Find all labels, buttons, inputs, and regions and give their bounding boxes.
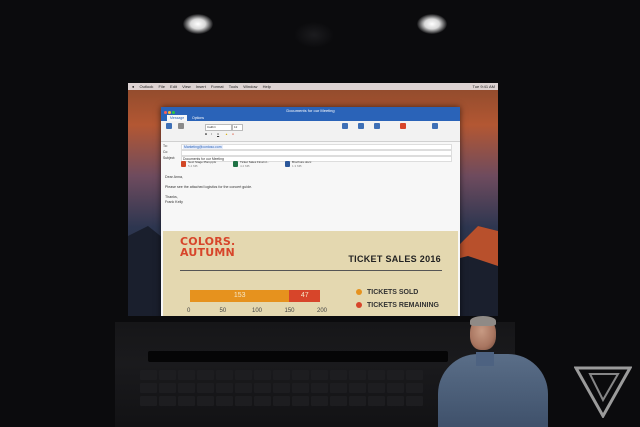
- font-size-select[interactable]: 12: [232, 124, 243, 131]
- legend-tickets-sold: TICKETS SOLD: [356, 289, 418, 296]
- x-tick-label: 0: [187, 308, 191, 314]
- chart-title: TICKET SALES 2016: [348, 254, 441, 264]
- close-button[interactable]: [164, 111, 167, 114]
- high-priority-button[interactable]: [399, 123, 407, 135]
- presenter-collar: [476, 352, 494, 366]
- legend-label-sold: TICKETS SOLD: [367, 289, 419, 296]
- x-tick-label: 200: [317, 308, 328, 314]
- legend-tickets-remaining: TICKETS REMAINING: [356, 302, 439, 309]
- signature-icon: [358, 123, 364, 129]
- keyboard-row-3: [140, 393, 460, 406]
- menu-tools[interactable]: Tools: [229, 84, 238, 89]
- menu-window[interactable]: Window: [243, 84, 257, 89]
- font-color-button[interactable]: A: [232, 132, 234, 137]
- paperclip-icon: [342, 123, 348, 129]
- title-divider: [180, 270, 442, 271]
- check-names-button[interactable]: [373, 123, 381, 135]
- attachment-size: 4.2 MB: [240, 164, 250, 168]
- dictate-button[interactable]: [431, 123, 439, 135]
- underline-button[interactable]: U: [217, 132, 219, 137]
- legend-swatch-remaining: [356, 302, 362, 308]
- colors-autumn-logo: COLORS. AUTUMN: [180, 236, 235, 258]
- apple-icon[interactable]: ●: [132, 84, 134, 89]
- keyboard-row-2: [140, 380, 460, 393]
- italic-button[interactable]: I: [211, 132, 212, 137]
- powerpoint-file-icon: [181, 161, 186, 167]
- outlook-compose-window: Documents for our Meeting Message Option…: [161, 107, 460, 316]
- zoom-button[interactable]: [172, 111, 175, 114]
- recipient-chip[interactable]: Marketing@contoso.com: [183, 145, 223, 149]
- bar-tickets-remaining: 47: [289, 290, 320, 302]
- legend-swatch-sold: [356, 289, 362, 295]
- paste-button[interactable]: [177, 123, 185, 135]
- ribbon: Calibri 12 B I U ▲ A: [161, 121, 460, 142]
- x-tick-label: 100: [252, 308, 263, 314]
- menu-help[interactable]: Help: [263, 84, 271, 89]
- logo-line-2: AUTUMN: [180, 246, 235, 259]
- stage-light-left: [183, 14, 213, 34]
- bold-button[interactable]: B: [205, 132, 207, 137]
- menu-file[interactable]: File: [158, 84, 164, 89]
- menu-outlook[interactable]: Outlook: [140, 84, 154, 89]
- stage-light-center: [294, 22, 334, 48]
- message-greeting[interactable]: Dear Anna,: [165, 175, 183, 179]
- signature-button[interactable]: [357, 123, 365, 135]
- keyboard-row-1: [140, 367, 460, 380]
- menu-view[interactable]: View: [182, 84, 191, 89]
- to-label: To:: [163, 144, 168, 148]
- presenter: [438, 316, 548, 427]
- minimize-button[interactable]: [168, 111, 171, 114]
- window-title: Documents for our Meeting: [286, 108, 335, 113]
- presenter-hair: [470, 316, 496, 326]
- word-file-icon: [285, 161, 290, 167]
- window-titlebar: Documents for our Meeting: [161, 107, 460, 115]
- highlight-button[interactable]: ▲: [225, 132, 228, 137]
- send-button[interactable]: [165, 123, 173, 135]
- send-icon: [166, 123, 172, 129]
- attachment-size: 1.3 MB: [292, 164, 302, 168]
- menubar-clock: Tue 9:41 AM: [472, 84, 495, 89]
- subject-field: Subject: Documents for our Meeting: [163, 155, 452, 162]
- message-signature[interactable]: Frank Kelly: [165, 200, 183, 204]
- menu-bar: ● Outlook File Edit View Insert Format T…: [128, 83, 498, 90]
- message-line[interactable]: Please see the attached logistics for th…: [165, 185, 252, 189]
- attach-file-button[interactable]: [341, 123, 349, 135]
- subject-input[interactable]: Documents for our Meeting: [181, 156, 452, 162]
- ticket-sales-infographic: COLORS. AUTUMN TICKET SALES 2016 153 47 …: [163, 231, 458, 316]
- paste-icon: [178, 123, 184, 129]
- bar-tickets-sold: 153: [190, 290, 290, 302]
- menu-insert[interactable]: Insert: [196, 84, 206, 89]
- attachment-size: 5.4 MB: [188, 164, 198, 168]
- x-tick-label: 50: [219, 308, 227, 314]
- projected-screen: ● Outlook File Edit View Insert Format T…: [128, 83, 498, 316]
- menu-format[interactable]: Format: [211, 84, 224, 89]
- verge-logo-watermark: [574, 366, 632, 418]
- message-closing[interactable]: Thanks,: [165, 195, 178, 199]
- legend-label-remaining: TICKETS REMAINING: [367, 302, 439, 309]
- stage-light-right: [417, 14, 447, 34]
- cc-label: Cc:: [163, 150, 169, 154]
- excel-file-icon: [233, 161, 238, 167]
- microphone-icon: [432, 123, 438, 129]
- font-name-select[interactable]: Calibri: [205, 124, 232, 131]
- exclamation-icon: [400, 123, 406, 129]
- touch-bar[interactable]: [148, 351, 448, 362]
- check-names-icon: [374, 123, 380, 129]
- menu-edit[interactable]: Edit: [170, 84, 177, 89]
- x-tick-label: 150: [284, 308, 295, 314]
- subject-label: Subject:: [163, 156, 176, 160]
